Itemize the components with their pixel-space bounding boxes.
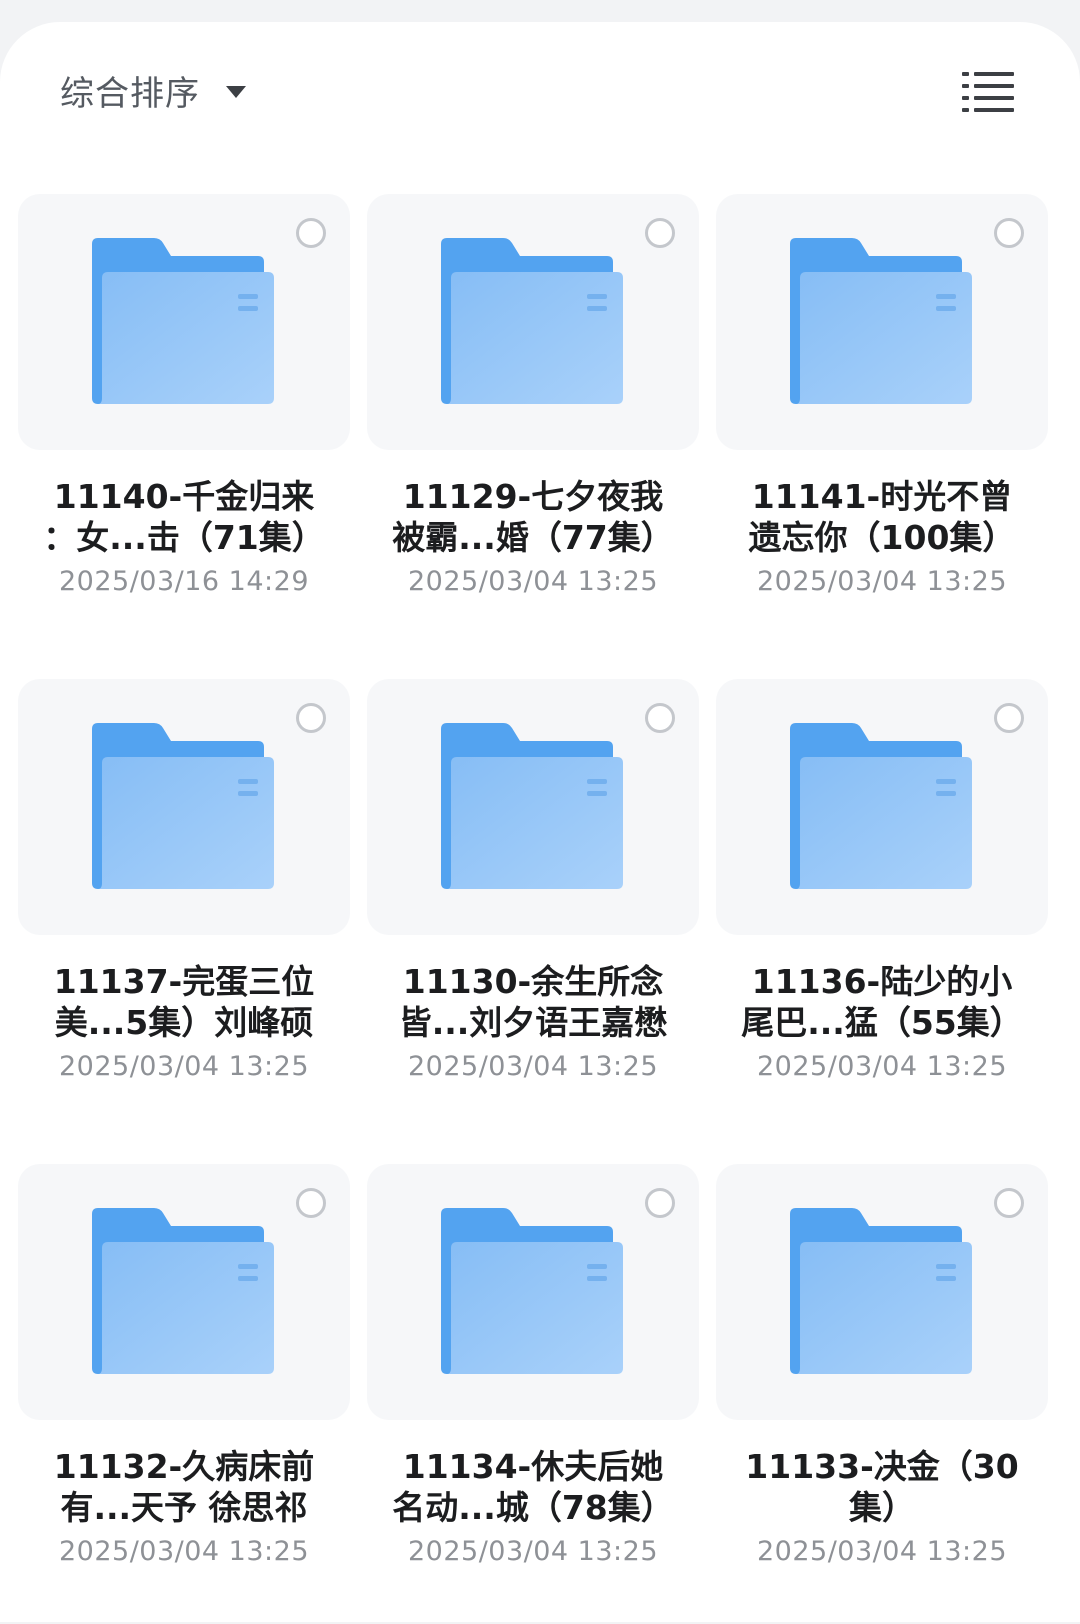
folder-icon	[92, 723, 274, 889]
folder-icon	[92, 1208, 274, 1374]
folder-icon	[92, 238, 274, 404]
folder-item[interactable]: 11137-完蛋三位 美...5集）刘峰硕 2025/03/04 13:25	[18, 679, 350, 1139]
folder-name: 11130-余生所念 皆...刘夕语王嘉懋	[398, 962, 668, 1042]
folder-date: 2025/03/04 13:25	[756, 566, 1007, 597]
folder-name: 11132-久病床前 有...天予 徐思祁	[53, 1447, 315, 1527]
select-checkbox[interactable]	[994, 703, 1024, 733]
folder-date: 2025/03/16 14:29	[58, 566, 309, 597]
select-checkbox[interactable]	[296, 703, 326, 733]
folder-icon	[441, 723, 623, 889]
folder-date: 2025/03/04 13:25	[756, 1051, 1007, 1082]
folder-date: 2025/03/04 13:25	[58, 1536, 309, 1567]
folder-name: 11140-千金归来 ：女...击（71集）	[43, 477, 325, 557]
folder-icon	[790, 238, 972, 404]
folder-date: 2025/03/04 13:25	[407, 1536, 658, 1567]
sort-dropdown-button[interactable]: 综合排序	[60, 66, 246, 114]
folder-item[interactable]: 11132-久病床前 有...天予 徐思祁 2025/03/04 13:25	[18, 1164, 350, 1624]
folder-thumbnail	[716, 679, 1048, 935]
folder-date: 2025/03/04 13:25	[407, 1051, 658, 1082]
folder-icon	[790, 723, 972, 889]
folder-name: 11141-时光不曾 遗忘你（100集）	[748, 477, 1016, 557]
select-checkbox[interactable]	[296, 218, 326, 248]
folder-icon	[441, 1208, 623, 1374]
select-checkbox[interactable]	[296, 1188, 326, 1218]
folder-thumbnail	[18, 679, 350, 935]
folder-thumbnail	[18, 194, 350, 450]
folder-thumbnail	[716, 194, 1048, 450]
folder-name: 11129-七夕夜我 被霸...婚（77集）	[392, 477, 674, 557]
file-browser-sheet: 综合排序 11140-千金归来 ：女...击（71集） 2025/03/16 1…	[0, 22, 1080, 1622]
folder-icon	[790, 1208, 972, 1374]
folder-item[interactable]: 11134-休夫后她 名动...城（78集） 2025/03/04 13:25	[367, 1164, 699, 1624]
folder-date: 2025/03/04 13:25	[58, 1051, 309, 1082]
select-checkbox[interactable]	[645, 703, 675, 733]
folder-icon	[441, 238, 623, 404]
folder-name: 11134-休夫后她 名动...城（78集）	[392, 1447, 674, 1527]
caret-down-icon	[226, 86, 246, 98]
toolbar: 综合排序	[0, 22, 1080, 162]
select-checkbox[interactable]	[645, 218, 675, 248]
folder-thumbnail	[18, 1164, 350, 1420]
folder-date: 2025/03/04 13:25	[407, 566, 658, 597]
select-checkbox[interactable]	[994, 1188, 1024, 1218]
folder-item[interactable]: 11141-时光不曾 遗忘你（100集） 2025/03/04 13:25	[716, 194, 1048, 654]
select-checkbox[interactable]	[645, 1188, 675, 1218]
folder-thumbnail	[367, 194, 699, 450]
folder-name: 11136-陆少的小 尾巴...猛（55集）	[741, 962, 1023, 1042]
folder-thumbnail	[367, 679, 699, 935]
folder-item[interactable]: 11136-陆少的小 尾巴...猛（55集） 2025/03/04 13:25	[716, 679, 1048, 1139]
select-checkbox[interactable]	[994, 218, 1024, 248]
folder-thumbnail	[716, 1164, 1048, 1420]
folder-date: 2025/03/04 13:25	[756, 1536, 1007, 1567]
folder-name: 11133-决金（30 集）	[745, 1447, 1019, 1527]
folder-item[interactable]: 11140-千金归来 ：女...击（71集） 2025/03/16 14:29	[18, 194, 350, 654]
sort-label: 综合排序	[60, 73, 200, 114]
folder-thumbnail	[367, 1164, 699, 1420]
folder-name: 11137-完蛋三位 美...5集）刘峰硕	[53, 962, 315, 1042]
folder-item[interactable]: 11129-七夕夜我 被霸...婚（77集） 2025/03/04 13:25	[367, 194, 699, 654]
list-view-icon[interactable]	[962, 70, 1014, 112]
folder-item[interactable]: 11130-余生所念 皆...刘夕语王嘉懋 2025/03/04 13:25	[367, 679, 699, 1139]
folder-item[interactable]: 11133-决金（30 集） 2025/03/04 13:25	[716, 1164, 1048, 1624]
